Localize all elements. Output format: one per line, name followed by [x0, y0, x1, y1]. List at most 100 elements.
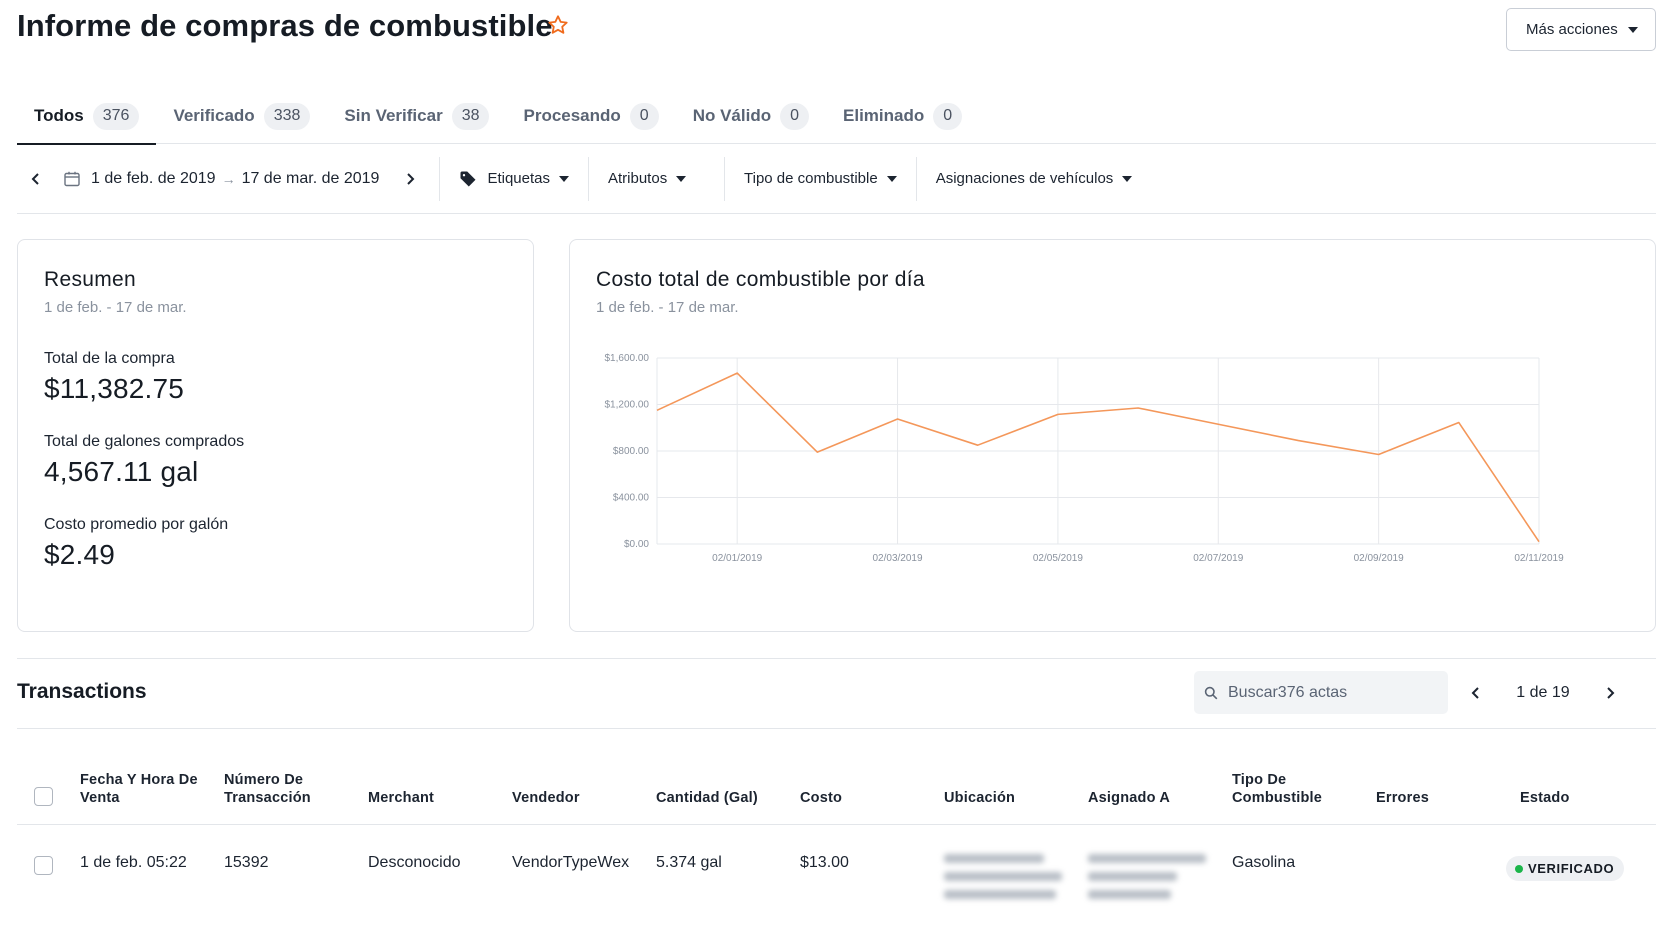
- tab-no-valido[interactable]: No Válido 0: [676, 88, 826, 144]
- y-tick-label: $0.00: [624, 539, 649, 550]
- column-header[interactable]: Ubicación: [944, 789, 1015, 807]
- tab-verificado[interactable]: Verificado 338: [156, 88, 327, 144]
- merchant: Desconocido: [368, 854, 461, 871]
- tab-label: Eliminado: [843, 106, 925, 125]
- fuel-type: Gasolina: [1232, 854, 1296, 871]
- date-end: 17 de mar. de 2019: [241, 169, 380, 187]
- avg-cost-value: $2.49: [44, 539, 116, 570]
- prev-page-button[interactable]: [1455, 672, 1497, 714]
- attributes-filter-button[interactable]: Atributos: [589, 157, 724, 201]
- x-tick-label: 02/11/2019: [1514, 553, 1564, 564]
- column-header[interactable]: Número De Transacción: [224, 771, 339, 807]
- tab-procesando[interactable]: Procesando 0: [506, 88, 675, 144]
- calendar-icon: [64, 171, 80, 186]
- column-header[interactable]: Estado: [1520, 789, 1570, 807]
- sale-datetime: 1 de feb. 05:22: [80, 854, 187, 871]
- tags-filter-label: Etiquetas: [487, 170, 550, 187]
- next-page-button[interactable]: [1589, 672, 1631, 714]
- tab-count: 376: [92, 102, 140, 130]
- chevron-right-icon: [1607, 686, 1615, 699]
- arrow-right-icon: →: [221, 170, 236, 187]
- status-tabs: Todos 376 Verificado 338 Sin Verificar 3…: [17, 88, 1656, 145]
- column-header[interactable]: Fecha Y Hora De Venta: [80, 771, 205, 807]
- fuel-cost-line-chart: $0.00 $400.00 $800.00 $1,200.00 $1,600.00 02/…: [605, 353, 1565, 564]
- attributes-filter-label: Atributos: [608, 170, 668, 187]
- vehicle-assignments-filter-button[interactable]: Asignaciones de vehículos: [917, 157, 1152, 201]
- series-line: [656, 372, 1540, 543]
- divider: [17, 658, 1656, 659]
- x-tick-label: 02/07/2019: [1193, 553, 1243, 564]
- pagination: 1 de 19: [1455, 671, 1631, 714]
- caret-down-icon: [676, 175, 687, 182]
- chevron-left-icon: [1471, 686, 1479, 699]
- assigned-to-redacted: [1088, 854, 1206, 914]
- column-header[interactable]: Vendedor: [512, 789, 580, 807]
- star-outline-icon[interactable]: [547, 14, 569, 36]
- search-input[interactable]: [1228, 683, 1428, 702]
- caret-down-icon: [1122, 175, 1133, 182]
- summary-subtitle: 1 de feb. - 17 de mar.: [44, 299, 187, 316]
- tab-eliminado[interactable]: Eliminado 0: [826, 88, 979, 144]
- date-range-picker[interactable]: 1 de feb. de 2019 → 17 de mar. de 2019: [55, 170, 387, 188]
- summary-title: Resumen: [44, 268, 136, 291]
- transactions-title: Transactions: [17, 680, 147, 703]
- caret-down-icon: [886, 175, 897, 182]
- caret-down-icon: [559, 175, 569, 182]
- cost: $13.00: [800, 854, 849, 871]
- search-box: [1194, 671, 1448, 714]
- table-header: Fecha Y Hora De Venta Número De Transacc…: [17, 765, 1656, 825]
- column-header[interactable]: Asignado A: [1088, 789, 1170, 807]
- tags-filter-button[interactable]: Etiquetas: [440, 157, 588, 201]
- tab-label: Procesando: [523, 106, 621, 125]
- tab-count: 38: [451, 102, 490, 130]
- prev-period-button[interactable]: [17, 160, 55, 198]
- tab-count: 0: [780, 102, 810, 130]
- fuel-type-filter-label: Tipo de combustible: [744, 170, 878, 187]
- column-header[interactable]: Errores: [1376, 789, 1429, 807]
- total-purchase-value: $11,382.75: [44, 373, 185, 404]
- vendor: VendorTypeWex: [512, 854, 630, 871]
- tab-label: Sin Verificar: [344, 106, 443, 125]
- caret-down-icon: [1627, 26, 1638, 33]
- date-start: 1 de feb. de 2019: [91, 169, 216, 187]
- total-purchase-label: Total de la compra: [44, 350, 175, 367]
- transaction-number: 15392: [224, 854, 269, 871]
- column-header[interactable]: Costo: [800, 789, 842, 807]
- filter-bar: 1 de feb. de 2019 → 17 de mar. de 2019 E…: [17, 144, 1656, 214]
- tab-count: 0: [933, 102, 963, 130]
- next-period-button[interactable]: [391, 160, 429, 198]
- column-header[interactable]: Cantidad (Gal): [656, 789, 758, 807]
- status-dot-icon: [1515, 864, 1523, 873]
- page-total: 19: [1551, 683, 1570, 701]
- more-actions-button[interactable]: Más acciones: [1506, 8, 1656, 51]
- tab-count: 338: [263, 102, 311, 130]
- tag-icon: [460, 171, 476, 186]
- more-actions-label: Más acciones: [1526, 21, 1618, 38]
- page-title: Informe de compras de combustible: [17, 8, 553, 43]
- page-of: de: [1529, 683, 1548, 701]
- page-current: 1: [1516, 683, 1526, 701]
- location-redacted: [944, 854, 1062, 914]
- quantity: 5.374 gal: [656, 854, 722, 871]
- tab-label: Verificado: [173, 106, 255, 125]
- select-all-checkbox[interactable]: [34, 787, 53, 806]
- y-tick-label: $1,200.00: [605, 400, 650, 411]
- x-tick-label: 02/05/2019: [1033, 553, 1083, 564]
- avg-cost-label: Costo promedio por galón: [44, 516, 229, 533]
- y-tick-label: $1,600.00: [605, 353, 650, 364]
- summary-card: Resumen 1 de feb. - 17 de mar. Total de …: [17, 239, 534, 632]
- column-header[interactable]: Tipo De Combustible: [1232, 771, 1342, 807]
- column-header[interactable]: Merchant: [368, 789, 434, 807]
- table-row[interactable]: 1 de feb. 05:22 15392 Desconocido Vendor…: [17, 826, 1656, 934]
- tab-todos[interactable]: Todos 376: [17, 88, 157, 145]
- total-gallons-label: Total de galones comprados: [44, 433, 245, 450]
- fuel-type-filter-button[interactable]: Tipo de combustible: [725, 157, 916, 201]
- row-checkbox[interactable]: [34, 856, 53, 875]
- x-tick-label: 02/03/2019: [873, 553, 923, 564]
- y-tick-label: $400.00: [613, 493, 650, 504]
- tab-count: 0: [629, 102, 659, 130]
- tab-sin-verificar[interactable]: Sin Verificar 38: [327, 88, 506, 144]
- tab-label: Todos: [34, 106, 84, 125]
- x-tick-label: 02/01/2019: [712, 553, 762, 564]
- divider: [17, 728, 1656, 729]
